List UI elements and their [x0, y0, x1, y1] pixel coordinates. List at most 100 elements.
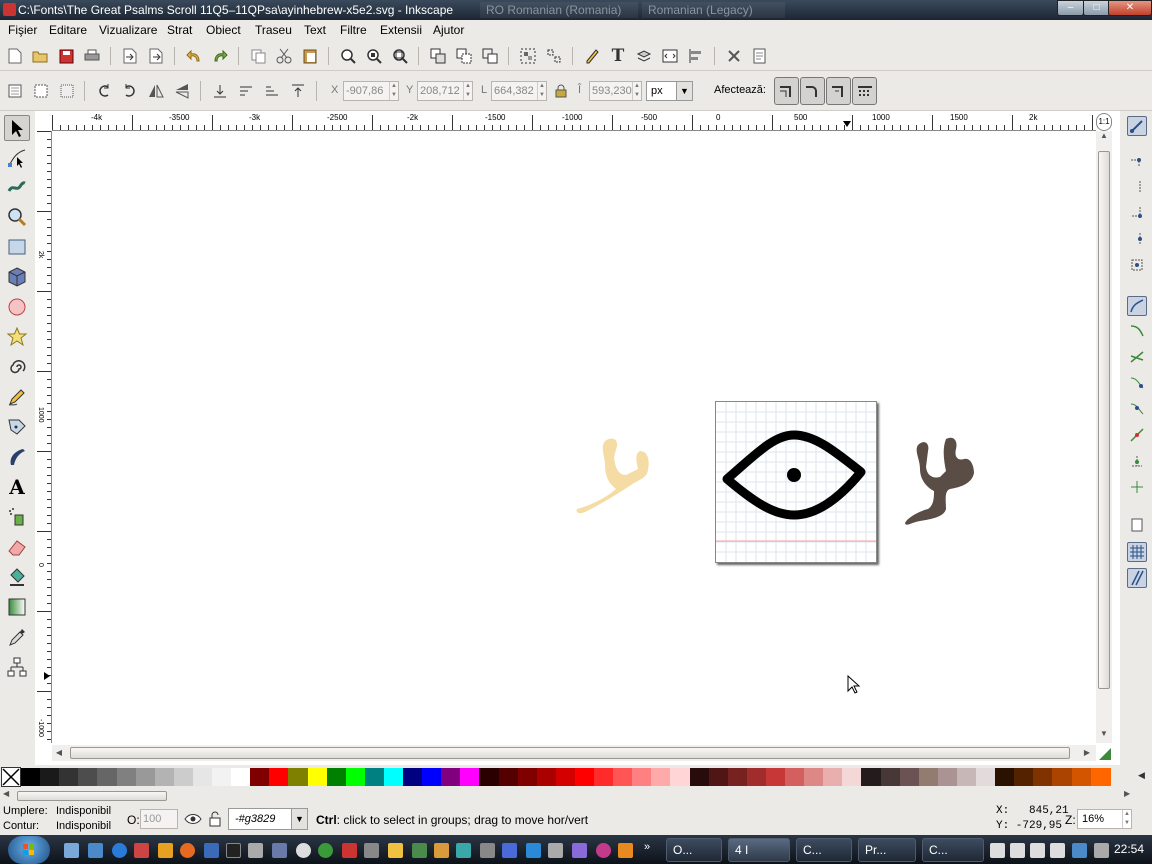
- quicklaunch-app-icon[interactable]: [596, 843, 611, 858]
- print-icon[interactable]: [82, 46, 102, 66]
- menu-help[interactable]: Ajutor: [433, 23, 464, 37]
- color-swatch[interactable]: [632, 768, 653, 786]
- color-swatch[interactable]: [918, 768, 939, 786]
- menu-view[interactable]: Vizualizare: [99, 23, 157, 37]
- quicklaunch-app-icon[interactable]: [526, 843, 541, 858]
- lock-icon[interactable]: [208, 811, 222, 827]
- paint-icon[interactable]: [388, 843, 403, 858]
- affect-stroke-width-toggle[interactable]: [774, 77, 799, 105]
- internet-explorer-icon[interactable]: [112, 843, 127, 858]
- opera-icon[interactable]: [342, 843, 357, 858]
- color-swatch[interactable]: [1090, 768, 1111, 786]
- scroll-right-icon[interactable]: ▶: [1080, 745, 1094, 761]
- snap-rotation-center-icon[interactable]: [1127, 477, 1147, 497]
- zoom-tool-icon[interactable]: [4, 204, 30, 230]
- color-swatch[interactable]: [364, 768, 385, 786]
- snap-bbox-edge-icon[interactable]: [1127, 177, 1147, 197]
- color-swatch[interactable]: [231, 768, 252, 786]
- snap-toggle-icon[interactable]: [1127, 116, 1147, 136]
- disc-icon[interactable]: [296, 843, 311, 858]
- color-swatch[interactable]: [937, 768, 958, 786]
- align-distribute-icon[interactable]: [686, 46, 706, 66]
- unlink-clone-icon[interactable]: [480, 46, 500, 66]
- color-swatch[interactable]: [307, 768, 328, 786]
- stroke-value[interactable]: Indisponibil: [56, 820, 111, 832]
- quicklaunch-app-icon[interactable]: [364, 843, 379, 858]
- color-swatch[interactable]: [899, 768, 920, 786]
- snap-line-midpoints-icon[interactable]: [1127, 425, 1147, 445]
- deselect-icon[interactable]: [57, 81, 77, 101]
- pen-tool-icon[interactable]: [4, 414, 30, 440]
- flip-horizontal-icon[interactable]: [146, 81, 166, 101]
- eye-icon[interactable]: [716, 402, 876, 562]
- color-swatch[interactable]: [1033, 768, 1054, 786]
- color-swatch[interactable]: [746, 768, 767, 786]
- text-tool-icon[interactable]: A: [4, 474, 30, 500]
- snap-bbox-icon[interactable]: [1127, 151, 1147, 171]
- color-swatch[interactable]: [995, 768, 1016, 786]
- zoom-input[interactable]: 16% ▲ ▼: [1077, 809, 1132, 829]
- snap-path-intersection-icon[interactable]: [1127, 347, 1147, 367]
- horizontal-ruler[interactable]: -4k -3500 -3k -2500 -2k -1500 -1000 -500…: [52, 113, 1096, 131]
- select-all-icon[interactable]: [5, 81, 25, 101]
- ellipse-tool-icon[interactable]: [4, 294, 30, 320]
- color-swatch[interactable]: [21, 768, 41, 786]
- snap-cusp-nodes-icon[interactable]: [1127, 373, 1147, 393]
- new-document-icon[interactable]: [5, 46, 25, 66]
- vlc-icon[interactable]: [618, 843, 633, 858]
- snap-bbox-center-icon[interactable]: [1127, 255, 1147, 275]
- scroll-right-icon[interactable]: ▶: [1124, 789, 1130, 798]
- color-swatch[interactable]: [383, 768, 404, 786]
- color-swatch[interactable]: [976, 768, 996, 786]
- tray-app-icon[interactable]: [990, 843, 1005, 858]
- menu-text[interactable]: Text: [304, 23, 326, 37]
- scroll-left-icon[interactable]: ◀: [52, 745, 66, 761]
- preferences-icon[interactable]: [724, 46, 744, 66]
- color-swatch[interactable]: [78, 768, 99, 786]
- keyboard-layout-indicator[interactable]: Romanian (Legacy): [642, 2, 785, 18]
- snap-guides-icon[interactable]: [1127, 568, 1147, 588]
- quicklaunch-app-icon[interactable]: [434, 843, 449, 858]
- network-icon[interactable]: [1072, 843, 1087, 858]
- quicklaunch-app-icon[interactable]: [204, 843, 219, 858]
- tray-app-icon[interactable]: [1030, 843, 1045, 858]
- drawing-canvas[interactable]: [52, 131, 1096, 743]
- horizontal-scroll-thumb[interactable]: [70, 747, 1070, 759]
- palette-scroll-thumb[interactable]: [17, 791, 167, 801]
- glyph-ayin-light[interactable]: [572, 431, 680, 531]
- color-swatch[interactable]: [517, 768, 538, 786]
- pencil-tool-icon[interactable]: [4, 384, 30, 410]
- color-swatch[interactable]: [212, 768, 232, 786]
- rotate-cw-icon[interactable]: [120, 81, 140, 101]
- snap-path-icon[interactable]: [1127, 321, 1147, 341]
- start-button-icon[interactable]: [8, 836, 50, 864]
- spin-arrows-icon[interactable]: ▲ ▼: [1122, 810, 1131, 828]
- color-swatch[interactable]: [441, 768, 462, 786]
- taskbar-item[interactable]: O...: [666, 838, 722, 862]
- color-swatch[interactable]: [804, 768, 825, 786]
- zoom-page-icon[interactable]: [390, 46, 410, 66]
- clock[interactable]: 22:54: [1114, 842, 1144, 856]
- zoom-drawing-icon[interactable]: [364, 46, 384, 66]
- dropper-tool-icon[interactable]: [4, 624, 30, 650]
- lower-icon[interactable]: [236, 81, 256, 101]
- open-folder-icon[interactable]: [30, 46, 50, 66]
- firefox-icon[interactable]: [180, 843, 195, 858]
- color-swatch[interactable]: [574, 768, 595, 786]
- color-swatch[interactable]: [842, 768, 863, 786]
- copy-icon[interactable]: [248, 46, 268, 66]
- snap-smooth-nodes-icon[interactable]: [1127, 399, 1147, 419]
- document-properties-icon[interactable]: [750, 46, 770, 66]
- selector-tool-icon[interactable]: [4, 115, 30, 141]
- switch-windows-icon[interactable]: [88, 843, 103, 858]
- text-font-icon[interactable]: T: [608, 46, 628, 66]
- spiral-tool-icon[interactable]: [4, 354, 30, 380]
- spin-arrows-icon[interactable]: ▲ ▼: [632, 82, 641, 100]
- taskbar-item[interactable]: C...: [796, 838, 852, 862]
- scroll-left-icon[interactable]: ◀: [3, 789, 9, 798]
- zoom-selection-icon[interactable]: [338, 46, 358, 66]
- color-swatch[interactable]: [59, 768, 80, 786]
- quicklaunch-app-icon[interactable]: [548, 843, 563, 858]
- affect-gradients-toggle[interactable]: [826, 77, 851, 105]
- height-input[interactable]: 593,230 ▲ ▼: [589, 81, 642, 101]
